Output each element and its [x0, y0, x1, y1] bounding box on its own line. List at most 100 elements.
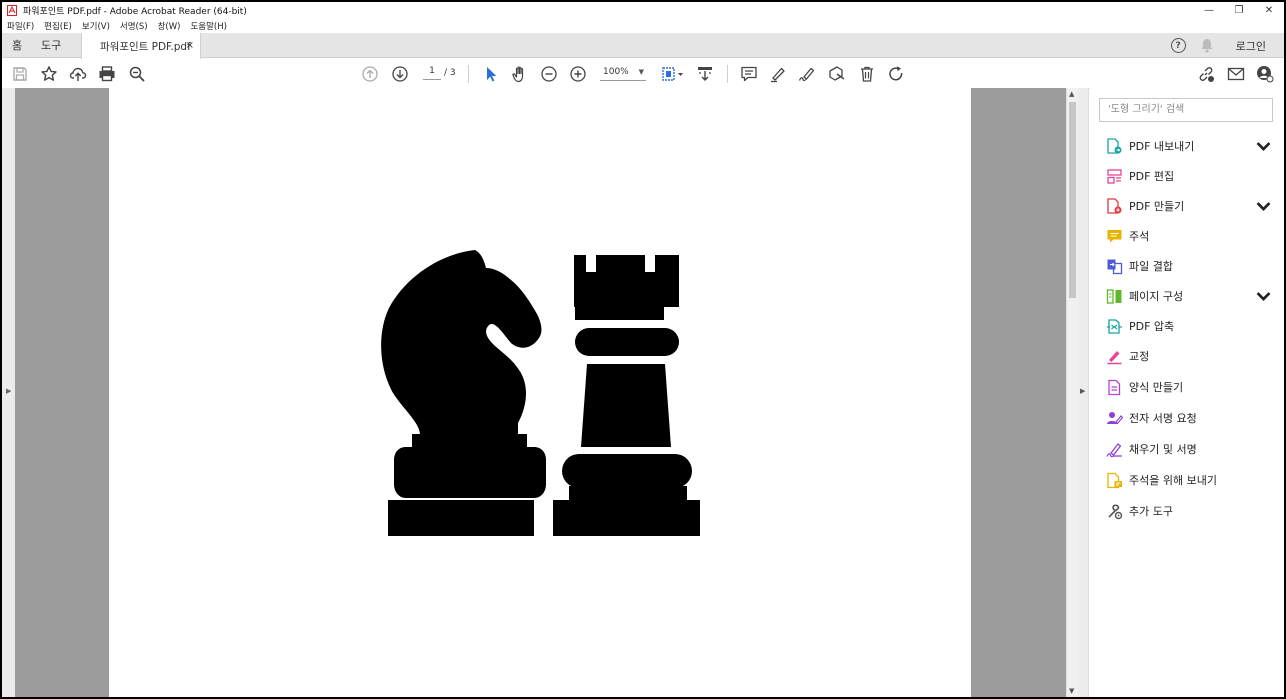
previous-page-icon[interactable] — [361, 65, 379, 83]
print-icon[interactable] — [98, 65, 116, 83]
tool-organize-pages[interactable]: 페이지 구성 — [1106, 285, 1276, 307]
document-gutter-left — [15, 88, 109, 697]
login-link[interactable]: 로그인 — [1236, 38, 1266, 54]
acrobat-icon — [7, 4, 17, 16]
chess-pieces-image — [381, 250, 700, 536]
select-cursor-icon[interactable] — [482, 65, 500, 83]
bookmark-star-icon[interactable] — [40, 65, 58, 83]
tool-label: 파일 결합 — [1129, 260, 1173, 273]
tool-label: 교정 — [1129, 350, 1150, 363]
tool-label: PDF 편집 — [1129, 170, 1175, 183]
title-bar: 파워포인트 PDF.pdf - Adobe Acrobat Reader (64… — [2, 2, 1284, 18]
save-icon[interactable] — [11, 65, 29, 83]
tool-request-signature[interactable]: 전자 서명 요청 — [1106, 407, 1276, 429]
chevron-down-icon[interactable] — [1255, 198, 1272, 218]
tool-label: 채우기 및 서명 — [1129, 443, 1197, 456]
tool-label: 추가 도구 — [1129, 505, 1173, 518]
tab-tools[interactable]: 도구 — [41, 33, 61, 58]
acrobat-window: 파워포인트 PDF.pdf - Adobe Acrobat Reader (64… — [2, 2, 1284, 697]
document-gutter-right — [971, 88, 1066, 697]
hand-tool-icon[interactable] — [511, 65, 529, 83]
chess-rook — [553, 255, 700, 536]
account-icon[interactable] — [1256, 65, 1274, 83]
help-icon[interactable]: ? — [1170, 38, 1186, 53]
scroll-up-arrow-icon[interactable]: ▲ — [1069, 90, 1074, 98]
left-panel-toggle[interactable]: ▶ — [2, 88, 15, 697]
tool-export-pdf[interactable]: PDF 내보내기 — [1106, 135, 1276, 157]
tool-label: 페이지 구성 — [1129, 290, 1184, 303]
fill-sign-icon — [1106, 442, 1122, 457]
tool-edit-pdf[interactable]: PDF 편집 — [1106, 165, 1276, 187]
minimize-button[interactable]: — — [1194, 2, 1224, 18]
menu-edit[interactable]: 편집(E) — [44, 20, 72, 32]
close-window-button[interactable]: ✕ — [1254, 2, 1284, 18]
collapse-right-arrow-icon: ▶ — [1080, 387, 1086, 395]
sign-pen-icon[interactable] — [798, 65, 816, 83]
sticky-note-icon[interactable] — [740, 65, 758, 83]
tab-home[interactable]: 홈 — [12, 33, 22, 58]
tool-redact[interactable]: 교정 — [1106, 345, 1276, 367]
tool-compress-pdf[interactable]: PDF 압축 — [1106, 315, 1276, 337]
tool-combine-files[interactable]: 파일 결합 — [1106, 255, 1276, 277]
comment-icon — [1107, 229, 1122, 242]
main-toolbar: 1 / 3 100% ▼ — [2, 59, 1284, 89]
next-page-icon[interactable] — [391, 65, 409, 83]
combine-files-icon — [1107, 259, 1123, 274]
menu-window[interactable]: 창(W) — [158, 20, 181, 32]
zoom-search-icon[interactable] — [128, 65, 146, 83]
delete-trash-icon[interactable] — [858, 65, 876, 83]
zoom-in-icon[interactable] — [569, 65, 587, 83]
chevron-down-icon[interactable] — [1255, 138, 1272, 158]
organize-pages-icon — [1106, 288, 1122, 304]
tool-label: 전자 서명 요청 — [1129, 412, 1197, 425]
menu-view[interactable]: 보기(V) — [82, 20, 110, 32]
tab-document[interactable]: 파워포인트 PDF.pdf × — [81, 33, 201, 59]
cloud-upload-icon[interactable] — [69, 65, 87, 83]
send-for-comments-icon — [1107, 472, 1122, 488]
email-icon[interactable] — [1227, 65, 1245, 83]
restore-button[interactable]: ❐ — [1224, 2, 1254, 18]
stamp-icon[interactable] — [828, 65, 846, 83]
scrollbar-thumb[interactable] — [1069, 102, 1076, 298]
zoom-out-icon[interactable] — [540, 65, 558, 83]
page-number-input[interactable]: 1 — [423, 66, 441, 80]
window-title: 파워포인트 PDF.pdf - Adobe Acrobat Reader (64… — [23, 6, 247, 17]
menu-help[interactable]: 도움말(H) — [190, 20, 226, 32]
pdf-page — [109, 88, 971, 697]
highlight-pen-icon[interactable] — [769, 65, 787, 83]
toolbar-divider — [468, 65, 469, 83]
request-signature-icon — [1107, 411, 1123, 424]
rotate-icon[interactable] — [887, 65, 905, 83]
close-tab-icon[interactable]: × — [186, 40, 194, 51]
expand-left-arrow-icon: ▶ — [6, 387, 12, 395]
zoom-level-value: 100% — [603, 67, 629, 77]
notification-bell-icon[interactable] — [1200, 38, 1214, 53]
tool-create-pdf[interactable]: PDF 만들기 — [1106, 195, 1276, 217]
toolbar-divider — [727, 65, 728, 83]
redact-icon — [1107, 350, 1122, 364]
tool-more-tools[interactable]: 추가 도구 — [1106, 500, 1276, 522]
tool-label: 주석을 위해 보내기 — [1129, 474, 1217, 487]
create-pdf-icon — [1107, 197, 1122, 214]
menu-sign[interactable]: 서명(S) — [120, 20, 148, 32]
share-link-icon[interactable] — [1197, 65, 1215, 83]
vertical-scrollbar[interactable]: ▲ ▼ — [1066, 88, 1078, 697]
fit-page-icon[interactable] — [661, 65, 685, 83]
tool-comment[interactable]: 주석 — [1106, 225, 1276, 247]
page-total: / 3 — [444, 68, 456, 78]
scroll-mode-icon[interactable] — [696, 65, 714, 83]
tool-prepare-form[interactable]: 양식 만들기 — [1106, 376, 1276, 398]
tool-label: PDF 내보내기 — [1129, 140, 1195, 153]
tools-search-input[interactable]: '도형 그리기' 검색 — [1099, 98, 1273, 122]
more-tools-icon — [1108, 504, 1123, 519]
export-pdf-icon — [1107, 137, 1122, 154]
menu-file[interactable]: 파일(F) — [7, 20, 34, 32]
tool-send-for-comments[interactable]: 주석을 위해 보내기 — [1106, 469, 1276, 491]
tool-label: PDF 압축 — [1129, 320, 1175, 333]
chess-knight — [381, 250, 546, 536]
zoom-level-select[interactable]: 100% ▼ — [600, 67, 646, 81]
right-pane-toggle[interactable]: ▶ — [1078, 88, 1089, 697]
tool-fill-sign[interactable]: 채우기 및 서명 — [1106, 438, 1276, 460]
chevron-down-icon[interactable] — [1255, 288, 1272, 308]
scroll-down-arrow-icon[interactable]: ▼ — [1069, 687, 1074, 695]
